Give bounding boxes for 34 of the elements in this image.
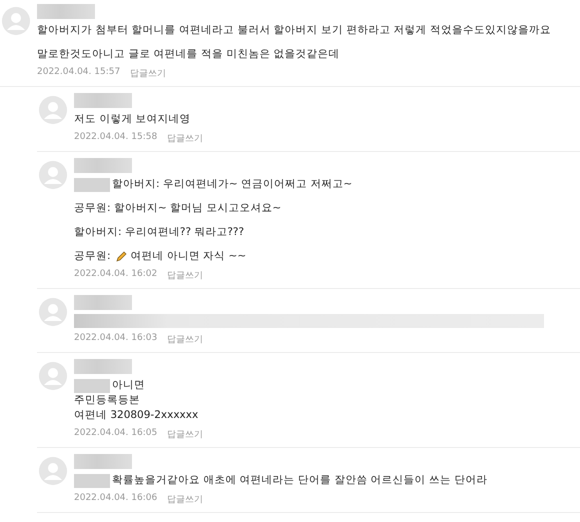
blurred-username xyxy=(37,4,95,19)
comment-text: 주민등록등본 xyxy=(74,393,140,408)
blurred-username xyxy=(74,454,132,469)
comment-text: 할아버지가 첨부터 할머니를 여편네라고 불러서 할아버지 보기 편하라고 저렇게 적었을수도있지않을까요 xyxy=(37,23,552,38)
comment-text: 여편네 아니면 자식 ~~ xyxy=(130,249,246,264)
comment-text: 할아버지: 우리여편네?? 뭐라고??? xyxy=(74,225,244,240)
reply-link[interactable]: 답글쓰기 xyxy=(167,269,204,282)
comment-date: 2022.04.04. 16:02 xyxy=(74,269,158,281)
comment-text: 저도 이렇게 보여지네영 xyxy=(74,112,191,127)
comment-text: 확률높을거같아요 애초에 여편네라는 단어를 잘안씀 어르신들이 쓰는 단어라 xyxy=(112,473,488,488)
reply-link[interactable]: 답글쓰기 xyxy=(167,428,204,441)
comment-text: 공무원: 할아버지~ 할머님 모시고오셔요~ xyxy=(74,201,282,216)
comment-text: 아니면 xyxy=(112,378,145,393)
comment-text: 할아버지: 우리여편네가~ 연금이어쩌고 저쩌고~ xyxy=(112,177,352,192)
redaction-block xyxy=(74,378,110,392)
comment-date: 2022.04.04. 15:57 xyxy=(37,67,120,79)
reply-link[interactable]: 답글쓰기 xyxy=(167,333,204,346)
blurred-username xyxy=(74,295,132,310)
comment-text: 여편네 320809-2xxxxxx xyxy=(74,408,198,423)
comment-date: 2022.04.04. 16:06 xyxy=(74,493,158,505)
reply-link[interactable]: 답글쓰기 xyxy=(167,132,204,145)
blurred-username xyxy=(74,158,132,173)
reply-link[interactable]: 답글쓰기 xyxy=(167,493,204,506)
redaction-block xyxy=(74,474,110,488)
comment-text: 공무원: xyxy=(74,249,111,264)
comment-date: 2022.04.04. 16:03 xyxy=(74,333,158,345)
redaction-block xyxy=(74,178,110,192)
blurred-username xyxy=(74,93,132,108)
reply-link[interactable]: 답글쓰기 xyxy=(130,67,166,80)
pencil-icon xyxy=(114,250,127,262)
comment-text: 말로한것도아니고 글로 여편네를 적을 미친놈은 없을것같은데 xyxy=(37,47,340,62)
comment-date: 2022.04.04. 16:05 xyxy=(74,428,158,440)
comment-date: 2022.04.04. 15:58 xyxy=(74,132,158,144)
blurred-username xyxy=(74,359,132,374)
